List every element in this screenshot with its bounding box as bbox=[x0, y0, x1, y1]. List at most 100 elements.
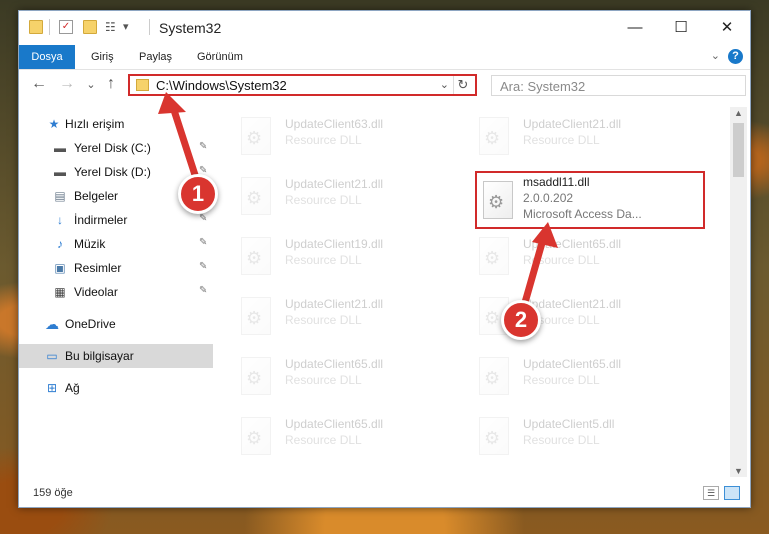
recent-locations-button[interactable]: ⌄ bbox=[81, 78, 101, 91]
computer-icon: ▭ bbox=[46, 349, 58, 363]
file-tile-selected[interactable]: ⚙ msaddl11.dll 2.0.0.202 Microsoft Acces… bbox=[475, 171, 705, 229]
file-tile[interactable]: ⚙ UpdateClient21.dll Resource DLL bbox=[233, 293, 463, 341]
file-icon: ⚙ bbox=[241, 357, 271, 395]
sidebar-item-label: OneDrive bbox=[65, 317, 116, 331]
vertical-scrollbar[interactable]: ▲ ▼ bbox=[730, 107, 747, 477]
videos-icon: ▦ bbox=[54, 285, 66, 299]
tab-share[interactable]: Paylaş bbox=[139, 45, 172, 69]
large-icons-view-button[interactable] bbox=[724, 486, 740, 500]
music-icon: ♪ bbox=[57, 237, 63, 251]
file-name: UpdateClient65.dll bbox=[523, 237, 622, 251]
step-badge-1: 1 bbox=[178, 174, 218, 214]
up-button[interactable]: ↑ bbox=[101, 75, 121, 93]
gear-icon: ⚙ bbox=[488, 192, 505, 212]
sidebar-item-this-pc[interactable]: ▭ Bu bilgisayar bbox=[19, 344, 213, 368]
sidebar-item-videos[interactable]: ▦ Videolar ✎ bbox=[19, 280, 213, 304]
details-view-button[interactable]: ☰ bbox=[703, 486, 719, 500]
gear-icon: ⚙ bbox=[484, 428, 501, 448]
sidebar-item-label: İndirmeler bbox=[74, 213, 128, 227]
file-version: 2.0.0.202 bbox=[523, 191, 574, 205]
file-icon: ⚙ bbox=[483, 181, 513, 219]
scroll-down-icon[interactable]: ▼ bbox=[730, 466, 747, 476]
file-icon: ⚙ bbox=[241, 177, 271, 215]
pin-icon[interactable]: ✎ bbox=[199, 141, 207, 152]
pictures-icon: ▣ bbox=[54, 261, 66, 275]
file-tile[interactable]: ⚙ UpdateClient21.dll Resource DLL bbox=[471, 113, 701, 161]
gear-icon: ⚙ bbox=[246, 308, 263, 328]
sidebar-item-onedrive[interactable]: ☁ OneDrive bbox=[19, 312, 213, 336]
file-description: Resource DLL bbox=[523, 133, 600, 147]
file-icon: ⚙ bbox=[479, 237, 509, 275]
file-description: Resource DLL bbox=[523, 433, 600, 447]
file-description: Microsoft Access Da... bbox=[523, 207, 642, 221]
file-description: Resource DLL bbox=[285, 133, 362, 147]
maximize-button[interactable]: ☐ bbox=[658, 11, 704, 45]
sidebar-item-music[interactable]: ♪ Müzik ✎ bbox=[19, 232, 213, 256]
minimize-button[interactable]: — bbox=[612, 11, 658, 45]
gear-icon: ⚙ bbox=[246, 128, 263, 148]
file-description: Resource DLL bbox=[285, 193, 362, 207]
file-name: UpdateClient21.dll bbox=[285, 297, 384, 311]
sidebar-item-downloads[interactable]: ↓ İndirmeler ✎ bbox=[19, 208, 213, 232]
address-bar[interactable]: C:\Windows\System32 ⌄ ↻ bbox=[128, 74, 477, 96]
divider bbox=[149, 19, 150, 35]
gear-icon: ⚙ bbox=[484, 308, 501, 328]
search-input[interactable] bbox=[492, 76, 742, 96]
tab-view[interactable]: Görünüm bbox=[197, 45, 243, 69]
gear-icon: ⚙ bbox=[484, 248, 501, 268]
sidebar-item-pictures[interactable]: ▣ Resimler ✎ bbox=[19, 256, 213, 280]
file-name: UpdateClient21.dll bbox=[285, 177, 384, 191]
sidebar-item-local-disk-c[interactable]: ▬ Yerel Disk (C:) ✎ bbox=[19, 136, 213, 160]
file-name: UpdateClient19.dll bbox=[285, 237, 384, 251]
file-tile[interactable]: ⚙ UpdateClient65.dll Resource DLL bbox=[233, 353, 463, 401]
refresh-button[interactable]: ↻ bbox=[453, 76, 472, 94]
file-tile[interactable]: ⚙ UpdateClient63.dll Resource DLL bbox=[233, 113, 463, 161]
tab-file[interactable]: Dosya bbox=[19, 45, 75, 69]
sidebar-item-label: Belgeler bbox=[74, 189, 119, 203]
title-bar: ✓ ☷ ▾ System32 — ☐ ✕ bbox=[19, 11, 750, 45]
chevron-down-icon[interactable]: ⌄ bbox=[440, 78, 449, 91]
file-icon: ⚙ bbox=[241, 417, 271, 455]
quick-access-toggle[interactable]: ▾ bbox=[123, 20, 137, 34]
network-icon: ⊞ bbox=[46, 381, 58, 395]
customize-icon[interactable]: ☷ bbox=[105, 20, 119, 34]
pin-icon[interactable]: ✎ bbox=[199, 237, 207, 248]
sidebar-item-quick-access[interactable]: ★ Hızlı erişim bbox=[19, 112, 213, 136]
tab-home[interactable]: Giriş bbox=[91, 45, 114, 69]
close-button[interactable]: ✕ bbox=[704, 11, 750, 45]
file-icon: ⚙ bbox=[241, 117, 271, 155]
sidebar-item-label: Müzik bbox=[74, 237, 106, 251]
search-box[interactable] bbox=[491, 75, 746, 96]
expand-ribbon-icon[interactable]: ⌄ bbox=[711, 49, 720, 62]
pin-icon[interactable]: ✎ bbox=[199, 285, 207, 296]
sidebar-item-label: Yerel Disk (C:) bbox=[74, 141, 151, 155]
gear-icon: ⚙ bbox=[246, 248, 263, 268]
sidebar-item-network[interactable]: ⊞ Ağ bbox=[19, 376, 213, 400]
file-tile[interactable]: ⚙ UpdateClient65.dll Resource DLL bbox=[471, 353, 701, 401]
pin-icon[interactable]: ✎ bbox=[199, 261, 207, 272]
back-button[interactable]: ← bbox=[29, 75, 49, 93]
file-tile[interactable]: ⚙ UpdateClient5.dll Resource DLL bbox=[471, 413, 701, 461]
file-tile[interactable]: ⚙ UpdateClient19.dll Resource DLL bbox=[233, 233, 463, 281]
sidebar-item-label: Videolar bbox=[74, 285, 118, 299]
scroll-thumb[interactable] bbox=[733, 123, 744, 177]
file-description: Resource DLL bbox=[523, 253, 600, 267]
file-tile[interactable]: ⚙ UpdateClient65.dll Resource DLL bbox=[471, 233, 701, 281]
sidebar-item-label: Bu bilgisayar bbox=[65, 349, 134, 363]
documents-icon: ▤ bbox=[54, 189, 66, 203]
new-folder-icon[interactable] bbox=[83, 20, 97, 34]
pin-icon[interactable]: ✎ bbox=[199, 213, 207, 224]
gear-icon: ⚙ bbox=[246, 368, 263, 388]
address-path[interactable]: C:\Windows\System32 bbox=[156, 78, 287, 93]
properties-icon[interactable]: ✓ bbox=[59, 20, 73, 34]
help-button[interactable]: ? bbox=[728, 49, 743, 64]
file-name: UpdateClient65.dll bbox=[523, 357, 622, 371]
folder-icon bbox=[29, 20, 43, 34]
forward-button[interactable]: → bbox=[57, 75, 77, 93]
scroll-up-icon[interactable]: ▲ bbox=[730, 108, 747, 118]
file-tile[interactable]: ⚙ UpdateClient65.dll Resource DLL bbox=[233, 413, 463, 461]
file-name: UpdateClient21.dll bbox=[523, 117, 622, 131]
sidebar-item-label: Resimler bbox=[74, 261, 122, 275]
folder-icon bbox=[136, 79, 149, 91]
file-tile[interactable]: ⚙ UpdateClient21.dll Resource DLL bbox=[233, 173, 463, 221]
